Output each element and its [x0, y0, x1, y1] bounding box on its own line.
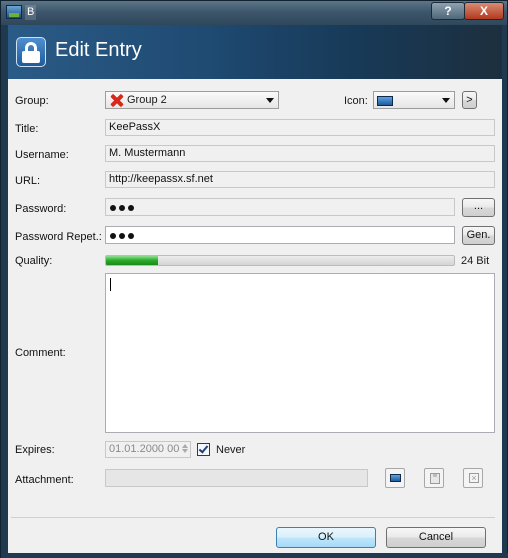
- close-button[interactable]: X: [464, 2, 504, 20]
- icon-select[interactable]: [373, 91, 455, 109]
- image-icon: [377, 96, 393, 106]
- group-select[interactable]: Group 2: [105, 91, 279, 109]
- date-spinner[interactable]: [180, 443, 189, 457]
- generate-password-button[interactable]: Gen.: [462, 226, 495, 245]
- window-bottom-border: [1, 553, 508, 558]
- expires-label: Expires:: [15, 444, 55, 456]
- cancel-button[interactable]: Cancel: [386, 527, 486, 548]
- ok-button[interactable]: OK: [276, 527, 376, 548]
- icon-label: Icon:: [344, 95, 368, 107]
- help-button[interactable]: ?: [431, 2, 465, 20]
- expires-date-value: 01.01.2000 00: [109, 443, 180, 455]
- password-repeat-field[interactable]: [105, 226, 455, 244]
- password-toggle-button[interactable]: ...: [462, 198, 495, 217]
- delete-attachment-button[interactable]: ×: [463, 468, 483, 488]
- title-label: Title:: [15, 123, 39, 135]
- delete-icon: ×: [469, 473, 479, 483]
- comment-label: Comment:: [15, 347, 66, 359]
- chevron-down-icon: [442, 98, 450, 103]
- quality-value: 24 Bit: [461, 255, 490, 267]
- never-checkbox[interactable]: [197, 443, 210, 456]
- quality-bar-fill: [106, 256, 159, 265]
- red-x-icon: [109, 93, 124, 108]
- password-repeat-mask: [110, 229, 137, 243]
- icon-next-button[interactable]: >: [462, 91, 477, 109]
- chevron-down-icon: [266, 98, 274, 103]
- quality-label: Quality:: [15, 255, 53, 267]
- password-repeat-label: Password Repet.:: [15, 231, 102, 243]
- group-select-value: Group 2: [127, 94, 167, 106]
- attachment-field[interactable]: [105, 469, 368, 487]
- dialog-title: Edit Entry: [55, 39, 142, 61]
- password-mask: [110, 201, 137, 215]
- url-field[interactable]: http://keepassx.sf.net: [105, 171, 495, 188]
- expires-date-field[interactable]: 01.01.2000 00: [105, 441, 191, 458]
- edit-entry-window: B ? X Edit Entry Group: Group 2 Icon: > …: [0, 0, 508, 558]
- image-icon: [390, 474, 401, 482]
- save-icon: [430, 473, 440, 484]
- title-field[interactable]: KeePassX: [105, 119, 495, 136]
- save-attachment-button[interactable]: [424, 468, 444, 488]
- text-caret: [110, 278, 111, 291]
- quality-bar: [105, 255, 455, 266]
- window-title: B: [25, 5, 37, 20]
- attachment-label: Attachment:: [15, 474, 74, 486]
- username-label: Username:: [15, 149, 69, 161]
- unlock-icon: [16, 37, 46, 67]
- app-icon: [6, 5, 22, 19]
- password-label: Password:: [15, 203, 67, 215]
- group-label: Group:: [15, 95, 49, 107]
- dialog-header: Edit Entry: [8, 25, 502, 79]
- comment-textarea[interactable]: [105, 273, 495, 433]
- title-bar[interactable]: B ? X: [1, 1, 507, 25]
- url-label: URL:: [15, 175, 41, 187]
- username-field[interactable]: M. Mustermann: [105, 145, 495, 162]
- never-label: Never: [216, 444, 246, 456]
- password-field[interactable]: [105, 198, 455, 216]
- open-attachment-button[interactable]: [385, 468, 405, 488]
- checkmark-icon: [198, 443, 209, 454]
- footer-divider: [11, 517, 495, 518]
